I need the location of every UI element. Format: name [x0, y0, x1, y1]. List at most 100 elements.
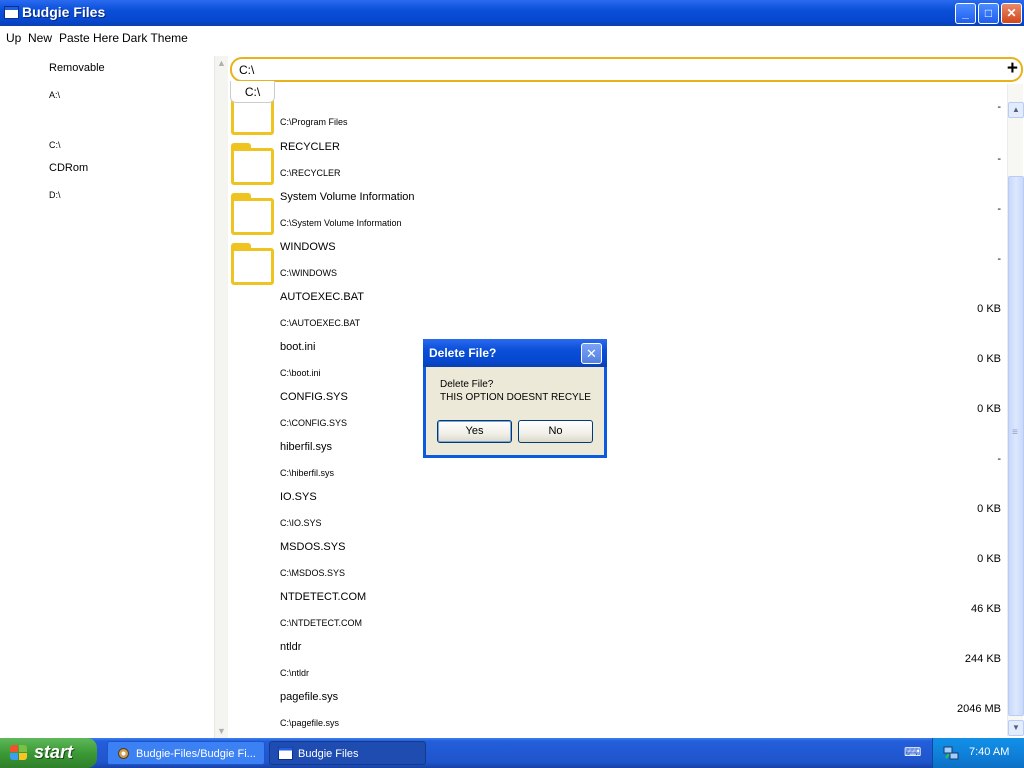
list-item[interactable]: hiberfil.sys C:\hiberfil.sys - [229, 440, 1007, 490]
start-label: start [34, 742, 74, 762]
taskbar-item-label: Budgie-Files/Budgie Fi... [136, 748, 256, 760]
file-path: C:\CONFIG.SYS [280, 418, 348, 428]
title-bar[interactable]: Budgie Files _ □ ✕ [0, 0, 1024, 26]
menu-up[interactable]: Up [6, 31, 21, 45]
menu-paste-here[interactable]: Paste Here [59, 31, 119, 45]
file-size: 2046 MB [956, 703, 1001, 715]
list-item[interactable]: ntldr C:\ntldr 244 KB [229, 640, 1007, 690]
taskbar: start Budgie-Files/Budgie Fi... Budgie F… [0, 738, 1024, 768]
taskbar-item-budgie-files[interactable]: Budgie Files [269, 741, 426, 765]
file-list: C:\Program Files - RECYCLER C:\RECYCLER … [229, 100, 1007, 736]
file-path: C:\System Volume Information [280, 218, 402, 228]
start-button[interactable]: start [0, 738, 97, 768]
file-path: C:\ntldr [280, 668, 310, 678]
file-name: MSDOS.SYS [280, 541, 346, 553]
list-item[interactable]: System Volume Information C:\System Volu… [229, 190, 1007, 240]
sidebar-item-removable[interactable]: Removable [49, 62, 105, 74]
dialog-title-bar[interactable]: Delete File? ✕ [423, 339, 607, 367]
close-button[interactable]: ✕ [1001, 3, 1022, 24]
file-size: 0 KB [977, 353, 1001, 365]
list-item[interactable]: AUTOEXEC.BAT C:\AUTOEXEC.BAT 0 KB [229, 290, 1007, 340]
file-path: C:\pagefile.sys [280, 718, 340, 728]
dialog-warning: THIS OPTION DOESNT RECYLE [440, 392, 591, 403]
address-field[interactable]: C:\ + [230, 57, 1023, 82]
yes-button[interactable]: Yes [437, 420, 512, 443]
scroll-down-arrow-icon[interactable]: ▼ [217, 726, 226, 736]
file-name: System Volume Information [280, 191, 415, 203]
file-name: WINDOWS [280, 241, 336, 253]
scroll-down-icon[interactable]: ▼ [1008, 720, 1024, 736]
list-item[interactable]: CONFIG.SYS C:\CONFIG.SYS 0 KB [229, 390, 1007, 440]
file-path: C:\NTDETECT.COM [280, 618, 362, 628]
network-icon[interactable] [943, 745, 959, 761]
file-size: 0 KB [977, 553, 1001, 565]
file-name: IO.SYS [280, 491, 317, 503]
gear-folder-icon [118, 748, 129, 759]
window-icon [278, 747, 293, 760]
list-item[interactable]: IO.SYS C:\IO.SYS 0 KB [229, 490, 1007, 540]
file-size: 244 KB [964, 653, 1001, 665]
file-name: pagefile.sys [280, 691, 339, 703]
file-path: C:\WINDOWS [280, 268, 337, 278]
dialog-close-icon[interactable]: ✕ [581, 343, 602, 364]
taskbar-item-explorer[interactable]: Budgie-Files/Budgie Fi... [107, 741, 265, 765]
sidebar-item-cdrom[interactable]: CDRom [49, 162, 88, 174]
file-size: 0 KB [977, 303, 1001, 315]
add-icon[interactable]: + [1007, 58, 1018, 80]
delete-file-dialog: Delete File? ✕ Delete File? THIS OPTION … [423, 339, 607, 458]
app-window: Budgie Files _ □ ✕ Up New Paste Here Dar… [0, 0, 1024, 738]
file-list-scrollbar[interactable]: ▲ ▼ [1007, 84, 1024, 736]
sidebar-scrollbar[interactable]: ▲ ▼ [214, 56, 228, 738]
window-icon [4, 6, 19, 19]
folder-icon [231, 100, 274, 135]
folder-icon [231, 243, 274, 285]
scroll-up-icon[interactable]: ▲ [1008, 102, 1024, 118]
file-path: C:\boot.ini [280, 368, 321, 378]
address-input[interactable]: C:\ [239, 63, 254, 77]
taskbar-item-label: Budgie Files [298, 748, 359, 760]
sidebar-path-d[interactable]: D:\ [49, 190, 61, 200]
file-size: 0 KB [977, 503, 1001, 515]
file-name: ntldr [280, 641, 302, 653]
file-path: C:\RECYCLER [280, 168, 341, 178]
list-item[interactable]: RECYCLER C:\RECYCLER - [229, 140, 1007, 190]
scroll-thumb[interactable] [1008, 176, 1024, 716]
maximize-button[interactable]: □ [978, 3, 999, 24]
system-tray: 7:40 AM [932, 738, 1024, 768]
window-title: Budgie Files [22, 4, 106, 20]
file-path: C:\hiberfil.sys [280, 468, 335, 478]
no-button[interactable]: No [518, 420, 593, 443]
file-size: - [997, 153, 1001, 165]
sidebar-path-c[interactable]: C:\ [49, 140, 61, 150]
scroll-up-arrow-icon[interactable]: ▲ [217, 58, 226, 68]
file-name: AUTOEXEC.BAT [280, 291, 364, 303]
file-size: - [997, 101, 1001, 113]
breadcrumb[interactable]: C:\ [230, 81, 275, 103]
file-size: 46 KB [971, 603, 1001, 615]
file-path: C:\AUTOEXEC.BAT [280, 318, 361, 328]
file-path: C:\IO.SYS [280, 518, 322, 528]
file-path: C:\Program Files [280, 117, 348, 127]
folder-icon [231, 143, 274, 185]
list-item[interactable]: MSDOS.SYS C:\MSDOS.SYS 0 KB [229, 540, 1007, 590]
folder-icon [231, 193, 274, 235]
keyboard-icon[interactable]: ⌨ [904, 745, 921, 759]
file-name: CONFIG.SYS [280, 391, 348, 403]
list-item[interactable]: pagefile.sys C:\pagefile.sys 2046 MB [229, 690, 1007, 736]
clock: 7:40 AM [969, 746, 1010, 758]
file-size: - [997, 203, 1001, 215]
menu-dark-theme[interactable]: Dark Theme [122, 31, 188, 45]
file-name: boot.ini [280, 341, 316, 353]
dialog-message: Delete File? [440, 379, 494, 390]
minimize-button[interactable]: _ [955, 3, 976, 24]
file-name: NTDETECT.COM [280, 591, 367, 603]
windows-logo-icon [10, 745, 28, 761]
list-item[interactable]: WINDOWS C:\WINDOWS - [229, 240, 1007, 290]
list-item[interactable]: NTDETECT.COM C:\NTDETECT.COM 46 KB [229, 590, 1007, 640]
file-path: C:\MSDOS.SYS [280, 568, 346, 578]
file-size: - [997, 453, 1001, 465]
sidebar-path-a[interactable]: A:\ [49, 90, 60, 100]
file-size: 0 KB [977, 403, 1001, 415]
menu-new[interactable]: New [28, 31, 52, 45]
list-item[interactable]: boot.ini C:\boot.ini 0 KB [229, 340, 1007, 390]
